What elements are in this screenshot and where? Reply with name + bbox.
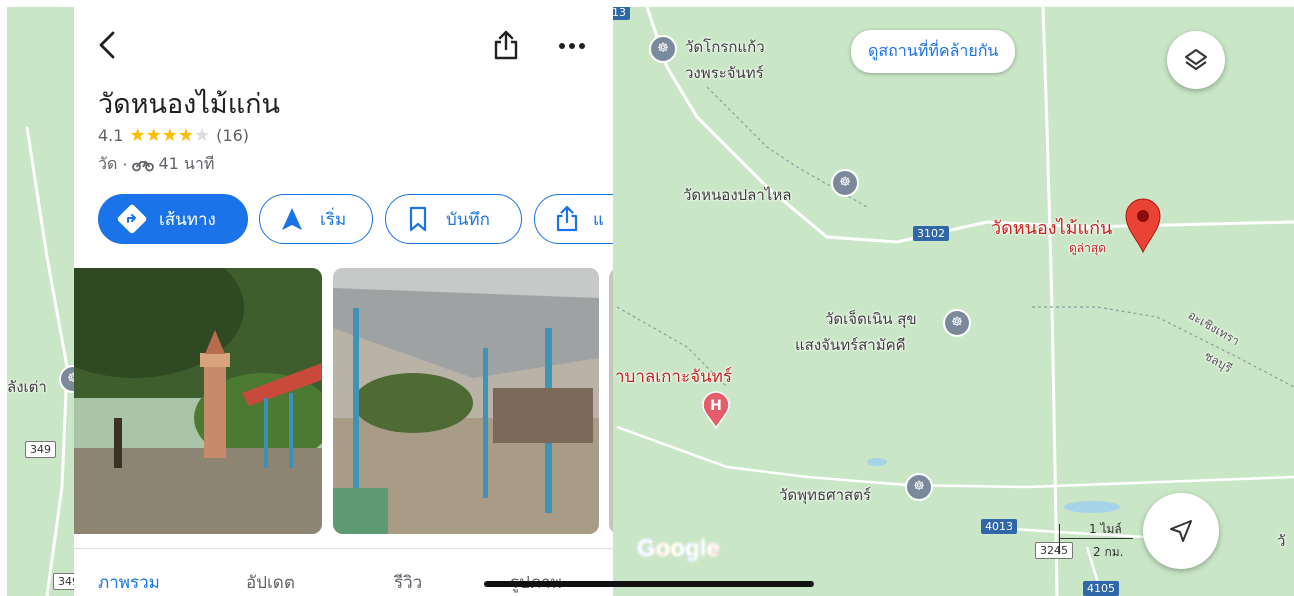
- separator: ·: [122, 155, 128, 174]
- google-logo-text: Google: [637, 535, 720, 562]
- more-horizontal-icon: [559, 43, 585, 49]
- back-button[interactable]: [88, 26, 126, 64]
- star-rating: ★ ★ ★ ★ ★: [129, 125, 210, 146]
- place-label[interactable]: วัดโกรกแก้ว: [685, 35, 765, 59]
- pin-place-label[interactable]: วัดหนองไม้แก่น: [991, 213, 1112, 242]
- rating-row[interactable]: 4.1 ★ ★ ★ ★ ★ (16): [98, 125, 249, 146]
- layers-button[interactable]: [1167, 31, 1225, 89]
- road-number: 349: [25, 441, 56, 458]
- place-label[interactable]: วัดเจ็ดเนิน สุข: [825, 307, 917, 331]
- hospital-label[interactable]: าบาลเกาะจันทร์: [615, 363, 732, 390]
- review-count: (16): [216, 126, 249, 145]
- place-label[interactable]: วงพระจันทร์: [685, 61, 764, 85]
- place-category: วัด: [98, 154, 118, 173]
- directions-button[interactable]: เส้นทาง: [98, 194, 248, 244]
- meta-row: วัด · 41 นาที: [98, 152, 214, 177]
- road-number: 4105: [1083, 581, 1119, 596]
- share-icon: [556, 205, 578, 232]
- temple-icon[interactable]: ☸: [831, 169, 859, 197]
- chevron-left-icon: [99, 31, 115, 59]
- save-button[interactable]: บันทึก: [385, 194, 522, 244]
- star-icon: ★: [145, 125, 162, 146]
- bookmark-icon: [409, 206, 427, 232]
- directions-icon: [117, 204, 147, 234]
- road-number: 3102: [913, 226, 949, 241]
- location-arrow-icon: [1170, 520, 1192, 542]
- star-icon: ★: [161, 125, 178, 146]
- temple-icon[interactable]: ☸: [943, 309, 971, 337]
- photo-thumbnail[interactable]: [609, 268, 613, 534]
- motorcycle-icon: [132, 160, 155, 171]
- location-pin-icon[interactable]: [1123, 197, 1163, 253]
- share-label: แ: [593, 209, 604, 230]
- share-action-button[interactable]: แ: [534, 194, 613, 244]
- star-icon: ★: [129, 125, 146, 146]
- layers-icon: [1185, 49, 1207, 70]
- my-location-button[interactable]: [1143, 493, 1219, 569]
- pavilion-photo: [333, 268, 599, 534]
- rating-value: 4.1: [98, 126, 124, 145]
- svg-text:H: H: [710, 398, 722, 414]
- star-icon: ★: [194, 125, 211, 146]
- temple-icon[interactable]: ☸: [905, 473, 933, 501]
- tab-reviews[interactable]: รีวิว: [394, 569, 422, 596]
- start-button[interactable]: เริ่ม: [259, 194, 373, 244]
- pin-place-sublabel: ดูล่าสุด: [1069, 241, 1107, 255]
- hospital-icon[interactable]: H: [701, 391, 731, 429]
- photo-thumbnail[interactable]: [74, 268, 322, 534]
- scale-mile-label: 1 ไมล์: [1089, 522, 1122, 536]
- share-icon: [494, 30, 518, 60]
- temple-photo: [74, 268, 322, 534]
- temple-icon[interactable]: ☸: [649, 35, 677, 63]
- star-icon: ★: [177, 125, 195, 146]
- place-label[interactable]: วัดพุทธศาสตร์: [779, 483, 871, 507]
- start-label: เริ่ม: [320, 209, 347, 230]
- navigation-arrow-icon: [282, 208, 302, 230]
- home-indicator[interactable]: [484, 581, 814, 587]
- tab-bar: ภาพรวม อัปเดต รีวิว รูปภาพ: [74, 548, 613, 596]
- place-label[interactable]: วั: [1277, 529, 1285, 553]
- place-label[interactable]: วัดหนองปลาไหล: [683, 183, 791, 207]
- photo-thumbnail[interactable]: [333, 268, 599, 534]
- save-label: บันทึก: [446, 209, 490, 230]
- more-options-button[interactable]: [554, 30, 590, 62]
- tab-updates[interactable]: อัปเดต: [246, 569, 295, 596]
- tab-overview[interactable]: ภาพรวม: [98, 569, 160, 596]
- share-button[interactable]: [488, 26, 524, 64]
- directions-label: เส้นทาง: [159, 209, 216, 230]
- similar-places-chip[interactable]: ดูสถานที่ที่คล้ายกัน: [851, 30, 1016, 73]
- travel-time: 41 นาที: [158, 154, 215, 173]
- place-label[interactable]: ลังเต่า: [7, 375, 47, 399]
- google-logo: Google: [637, 535, 720, 563]
- place-panel: วัดหนองไม้แก่น 4.1 ★ ★ ★ ★ ★ (16) วัด · 41 น…: [74, 0, 613, 596]
- map-scale: 1 ไมล์ 2 กม.: [1059, 518, 1139, 566]
- road-number: 4013: [981, 519, 1017, 534]
- scale-km-label: 2 กม.: [1093, 545, 1124, 559]
- place-title: วัดหนองไม้แก่น: [98, 89, 280, 120]
- place-label[interactable]: แสงจันทร์สามัคคี: [795, 333, 906, 357]
